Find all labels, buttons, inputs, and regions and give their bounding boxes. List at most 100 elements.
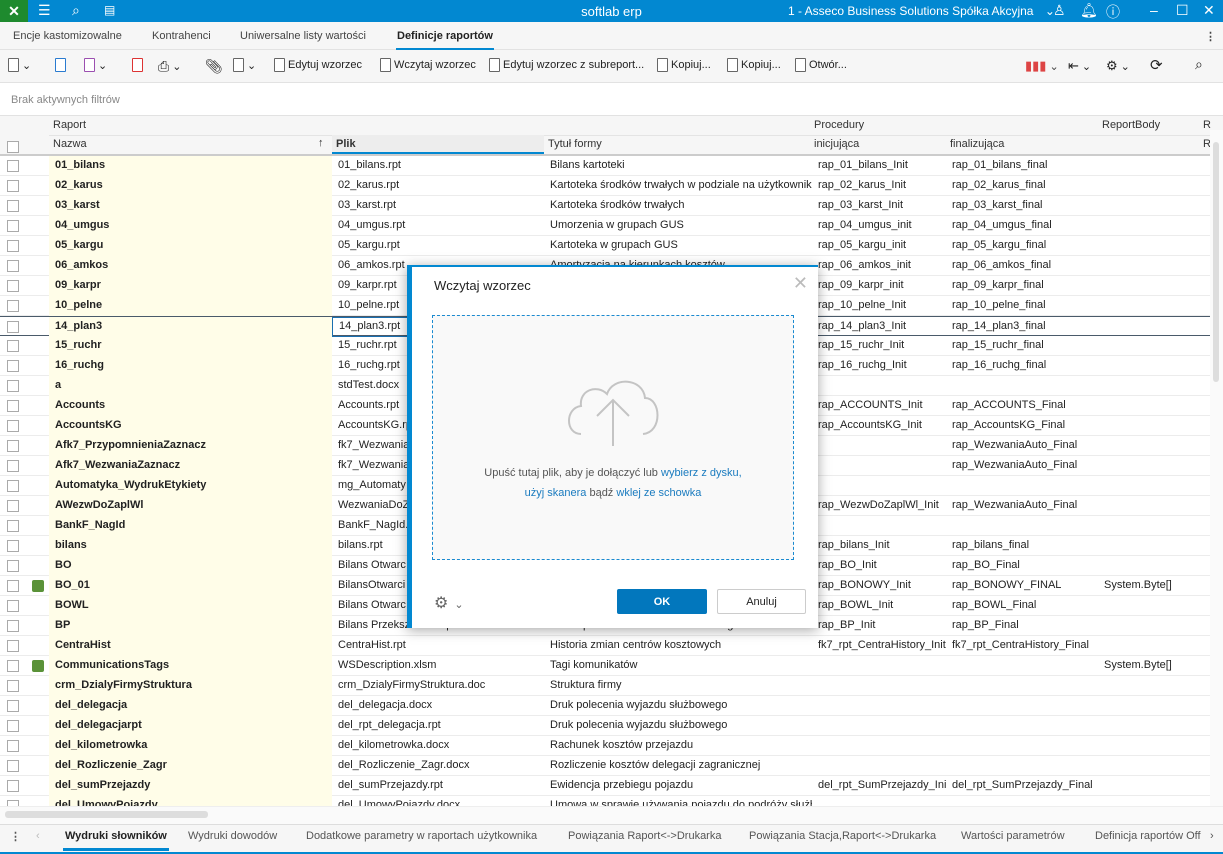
- table-row[interactable]: crm_DzialyFirmyStruktura crm_DzialyFirmyS…: [0, 676, 1210, 696]
- row-checkbox[interactable]: [7, 720, 19, 732]
- btab-definicja-off[interactable]: Definicja raportów Off: [1095, 830, 1201, 842]
- row-checkbox[interactable]: [7, 280, 19, 292]
- ok-button[interactable]: OK: [617, 589, 707, 614]
- row-checkbox[interactable]: [7, 240, 19, 252]
- open-button[interactable]: Otwór...: [795, 58, 847, 72]
- table-row[interactable]: 05_kargu 05_kargu.rpt Kartoteka w grupach …: [0, 236, 1210, 256]
- paste-clipboard-link[interactable]: wklej ze schowka: [616, 487, 701, 499]
- close-icon[interactable]: ✕: [793, 273, 808, 294]
- row-checkbox[interactable]: [7, 360, 19, 372]
- row-checkbox[interactable]: [7, 500, 19, 512]
- sort-asc-icon[interactable]: ↑: [318, 137, 324, 149]
- row-checkbox[interactable]: [7, 760, 19, 772]
- col-inicjujaca[interactable]: inicjująca: [814, 138, 859, 150]
- close-icon[interactable]: ✕: [1203, 2, 1215, 19]
- more-icon[interactable]: ⋮: [1205, 30, 1216, 43]
- row-checkbox[interactable]: [7, 700, 19, 712]
- table-row[interactable]: del_delegacja del_delegacja.docx Druk pole…: [0, 696, 1210, 716]
- add-button[interactable]: ⌄: [8, 58, 31, 72]
- row-checkbox[interactable]: [7, 680, 19, 692]
- row-checkbox[interactable]: [7, 200, 19, 212]
- tools-button[interactable]: ⚙ ⌄: [1106, 58, 1130, 74]
- row-checkbox[interactable]: [7, 400, 19, 412]
- table-row[interactable]: 02_karus 02_karus.rpt Kartoteka środków tr…: [0, 176, 1210, 196]
- delete-button[interactable]: [132, 58, 143, 72]
- cancel-button[interactable]: Anuluj: [717, 589, 806, 614]
- row-checkbox[interactable]: [7, 640, 19, 652]
- btab-powiazania-stacja[interactable]: Powiązania Stacja,Raport<->Drukarka: [749, 830, 936, 842]
- row-checkbox[interactable]: [7, 160, 19, 172]
- row-checkbox[interactable]: [7, 520, 19, 532]
- row-checkbox[interactable]: [7, 180, 19, 192]
- load-template-button[interactable]: Wczytaj wzorzec: [380, 58, 476, 72]
- table-row[interactable]: 03_karst 03_karst.rpt Kartoteka środków tr…: [0, 196, 1210, 216]
- search-filter-button[interactable]: ⌕: [1195, 56, 1203, 73]
- row-checkbox[interactable]: [7, 321, 19, 333]
- row-checkbox[interactable]: [7, 540, 19, 552]
- row-checkbox[interactable]: [7, 740, 19, 752]
- tab-listy-wartosci[interactable]: Uniwersalne listy wartości: [240, 30, 366, 42]
- horizontal-scrollbar[interactable]: [0, 806, 1223, 824]
- company-selector[interactable]: 1 - Asseco Business Solutions Spółka Akc…: [788, 4, 1055, 18]
- edit-button[interactable]: [55, 58, 66, 72]
- col-tytul[interactable]: Tytuł formy: [548, 138, 602, 150]
- col-finalizujaca[interactable]: finalizująca: [950, 138, 1004, 150]
- vertical-scrollbar[interactable]: [1210, 130, 1223, 806]
- row-checkbox[interactable]: [7, 260, 19, 272]
- btab-powiazania-drukarka[interactable]: Powiązania Raport<->Drukarka: [568, 830, 721, 842]
- maximize-icon[interactable]: ☐: [1176, 2, 1189, 19]
- settings-menu[interactable]: ⚙ ⌄: [434, 593, 464, 613]
- edit-template-button[interactable]: Edytuj wzorzec: [274, 58, 362, 72]
- copy-button-1[interactable]: Kopiuj...: [657, 58, 711, 72]
- bell-icon[interactable]: 🔔︎: [1080, 2, 1098, 19]
- info-button[interactable]: ⌄: [84, 58, 107, 72]
- user-icon[interactable]: ♙: [1053, 2, 1066, 19]
- row-checkbox[interactable]: [7, 220, 19, 232]
- table-row[interactable]: del_kilometrowka del_kilometrowka.docx Rac…: [0, 736, 1210, 756]
- select-all-checkbox[interactable]: [7, 141, 19, 153]
- table-row[interactable]: 01_bilans 01_bilans.rpt Bilans kartoteki ra…: [0, 156, 1210, 176]
- refresh-button[interactable]: ⟳: [1150, 56, 1163, 74]
- row-checkbox[interactable]: [7, 560, 19, 572]
- col-nazwa[interactable]: Nazwa: [53, 138, 87, 150]
- row-checkbox[interactable]: [7, 420, 19, 432]
- chevron-right-icon[interactable]: ›: [1210, 830, 1214, 842]
- col-plik[interactable]: Plik: [332, 135, 544, 154]
- scroll-thumb[interactable]: [1213, 142, 1219, 382]
- row-checkbox[interactable]: [7, 480, 19, 492]
- row-checkbox[interactable]: [7, 660, 19, 672]
- table-row[interactable]: CentraHist CentraHist.rpt Historia zmian c…: [0, 636, 1210, 656]
- btab-wydruki-slownikow[interactable]: Wydruki słowników: [63, 830, 169, 851]
- use-scanner-link[interactable]: użyj skanera: [525, 487, 587, 499]
- table-row[interactable]: CommunicationsTags WSDescription.xlsm Tagi…: [0, 656, 1210, 676]
- row-checkbox[interactable]: [7, 780, 19, 792]
- col-reportbody[interactable]: ReportBody: [1102, 119, 1160, 131]
- attach-button[interactable]: 📎︎: [205, 58, 223, 75]
- btab-dodatkowe-parametry[interactable]: Dodatkowe parametry w raportach użytkown…: [306, 830, 537, 842]
- choose-from-disk-link[interactable]: wybierz z dysku,: [661, 467, 742, 479]
- minimize-icon[interactable]: –: [1150, 2, 1158, 18]
- table-row[interactable]: del_delegacjarpt del_rpt_delegacja.rpt Dru…: [0, 716, 1210, 736]
- export-button[interactable]: ⇤ ⌄: [1068, 58, 1091, 74]
- file-drop-zone[interactable]: Upuść tutaj plik, aby je dołączyć lub wy…: [432, 315, 794, 560]
- row-checkbox[interactable]: [7, 380, 19, 392]
- chart-button[interactable]: ▮▮▮ ⌄: [1025, 58, 1059, 74]
- row-checkbox[interactable]: [7, 460, 19, 472]
- row-checkbox[interactable]: [7, 340, 19, 352]
- row-checkbox[interactable]: [7, 300, 19, 312]
- table-row[interactable]: del_sumPrzejazdy del_sumPrzejazdy.rpt Ewid…: [0, 776, 1210, 796]
- chevron-left-icon[interactable]: ‹: [36, 830, 40, 842]
- tab-kontrahenci[interactable]: Kontrahenci: [152, 30, 211, 42]
- help-icon[interactable]: ⓘ: [1106, 2, 1120, 22]
- btab-wydruki-dowodow[interactable]: Wydruki dowodów: [188, 830, 277, 842]
- row-checkbox[interactable]: [7, 600, 19, 612]
- btab-wartosci-parametrow[interactable]: Wartości parametrów: [961, 830, 1065, 842]
- table-row[interactable]: del_Rozliczenie_Zagr del_Rozliczenie_Zagr…: [0, 756, 1210, 776]
- settings-doc-button[interactable]: ⌄: [233, 58, 256, 72]
- copy-button-2[interactable]: Kopiuj...: [727, 58, 781, 72]
- tab-encje[interactable]: Encje kastomizowalne: [13, 30, 122, 42]
- edit-subreport-button[interactable]: Edytuj wzorzec z subreport...: [489, 58, 644, 72]
- tab-definicje-raportow[interactable]: Definicje raportów: [396, 30, 494, 50]
- row-checkbox[interactable]: [7, 580, 19, 592]
- row-checkbox[interactable]: [7, 620, 19, 632]
